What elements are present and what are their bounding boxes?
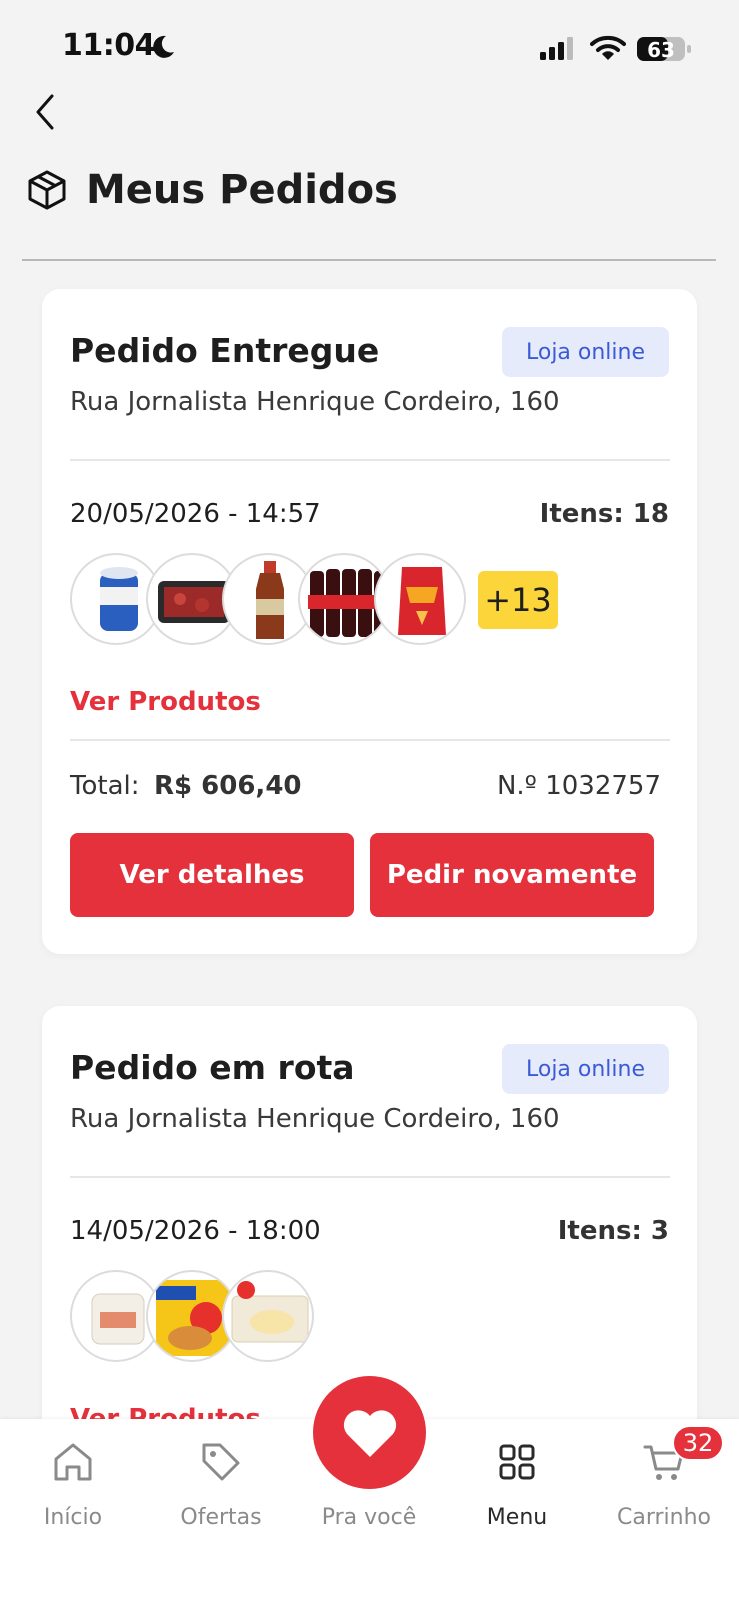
order-card: Pedido Entregue Loja online Rua Jornalis… <box>42 289 697 954</box>
total-value: R$ 606,40 <box>154 771 302 801</box>
nav-item-offers[interactable]: Ofertas <box>151 1419 291 1539</box>
card-divider <box>70 1176 670 1178</box>
status-time: 11:04 <box>62 28 156 63</box>
total-label: Total: <box>70 771 140 801</box>
view-products-link[interactable]: Ver Produtos <box>70 687 261 717</box>
package-icon <box>28 170 66 210</box>
nav-item-menu[interactable]: Menu <box>447 1419 587 1539</box>
card-divider <box>70 739 670 741</box>
nav-label: Ofertas <box>180 1505 262 1530</box>
order-number: N.º 1032757 <box>496 771 661 801</box>
nav-label: Início <box>43 1505 103 1530</box>
order-date: 14/05/2026 - 18:00 <box>70 1216 321 1246</box>
nav-item-home[interactable]: Início <box>3 1419 143 1539</box>
tag-icon <box>202 1443 240 1481</box>
nav-label: Pra você <box>321 1505 417 1530</box>
header-divider <box>22 259 716 261</box>
view-details-button[interactable]: Ver detalhes <box>70 833 354 917</box>
reorder-button[interactable]: Pedir novamente <box>370 833 654 917</box>
order-item-count: Itens: 3 <box>557 1216 669 1246</box>
cart-count-badge: 32 <box>672 1425 724 1461</box>
battery-level: 63 <box>647 38 675 62</box>
grid-icon <box>499 1444 535 1480</box>
order-address: Rua Jornalista Henrique Cordeiro, 160 <box>70 1104 560 1134</box>
nav-label: Menu <box>486 1505 548 1530</box>
home-icon <box>54 1443 92 1481</box>
order-item-count: Itens: 18 <box>539 499 669 529</box>
back-button[interactable] <box>28 88 68 136</box>
wifi-icon <box>590 35 626 60</box>
store-badge: Loja online <box>502 1044 669 1094</box>
nav-label: Carrinho <box>616 1505 711 1530</box>
product-thumbnail <box>222 1270 314 1362</box>
card-divider <box>70 459 670 461</box>
order-status: Pedido Entregue <box>70 331 380 370</box>
battery-icon: 63 <box>637 37 691 62</box>
more-products-badge: +13 <box>478 571 558 629</box>
heart-icon <box>343 1409 396 1457</box>
store-badge: Loja online <box>502 327 669 377</box>
status-bar: 11:04 63 <box>0 0 739 90</box>
page-header: Meus Pedidos <box>26 160 398 220</box>
page-title: Meus Pedidos <box>86 167 398 213</box>
order-status: Pedido em rota <box>70 1048 355 1087</box>
order-address: Rua Jornalista Henrique Cordeiro, 160 <box>70 387 560 417</box>
order-date: 20/05/2026 - 14:57 <box>70 499 321 529</box>
for-you-button[interactable] <box>313 1376 426 1489</box>
moon-icon <box>153 35 174 58</box>
product-thumbnail <box>374 553 466 645</box>
cellular-signal-icon <box>540 37 573 60</box>
